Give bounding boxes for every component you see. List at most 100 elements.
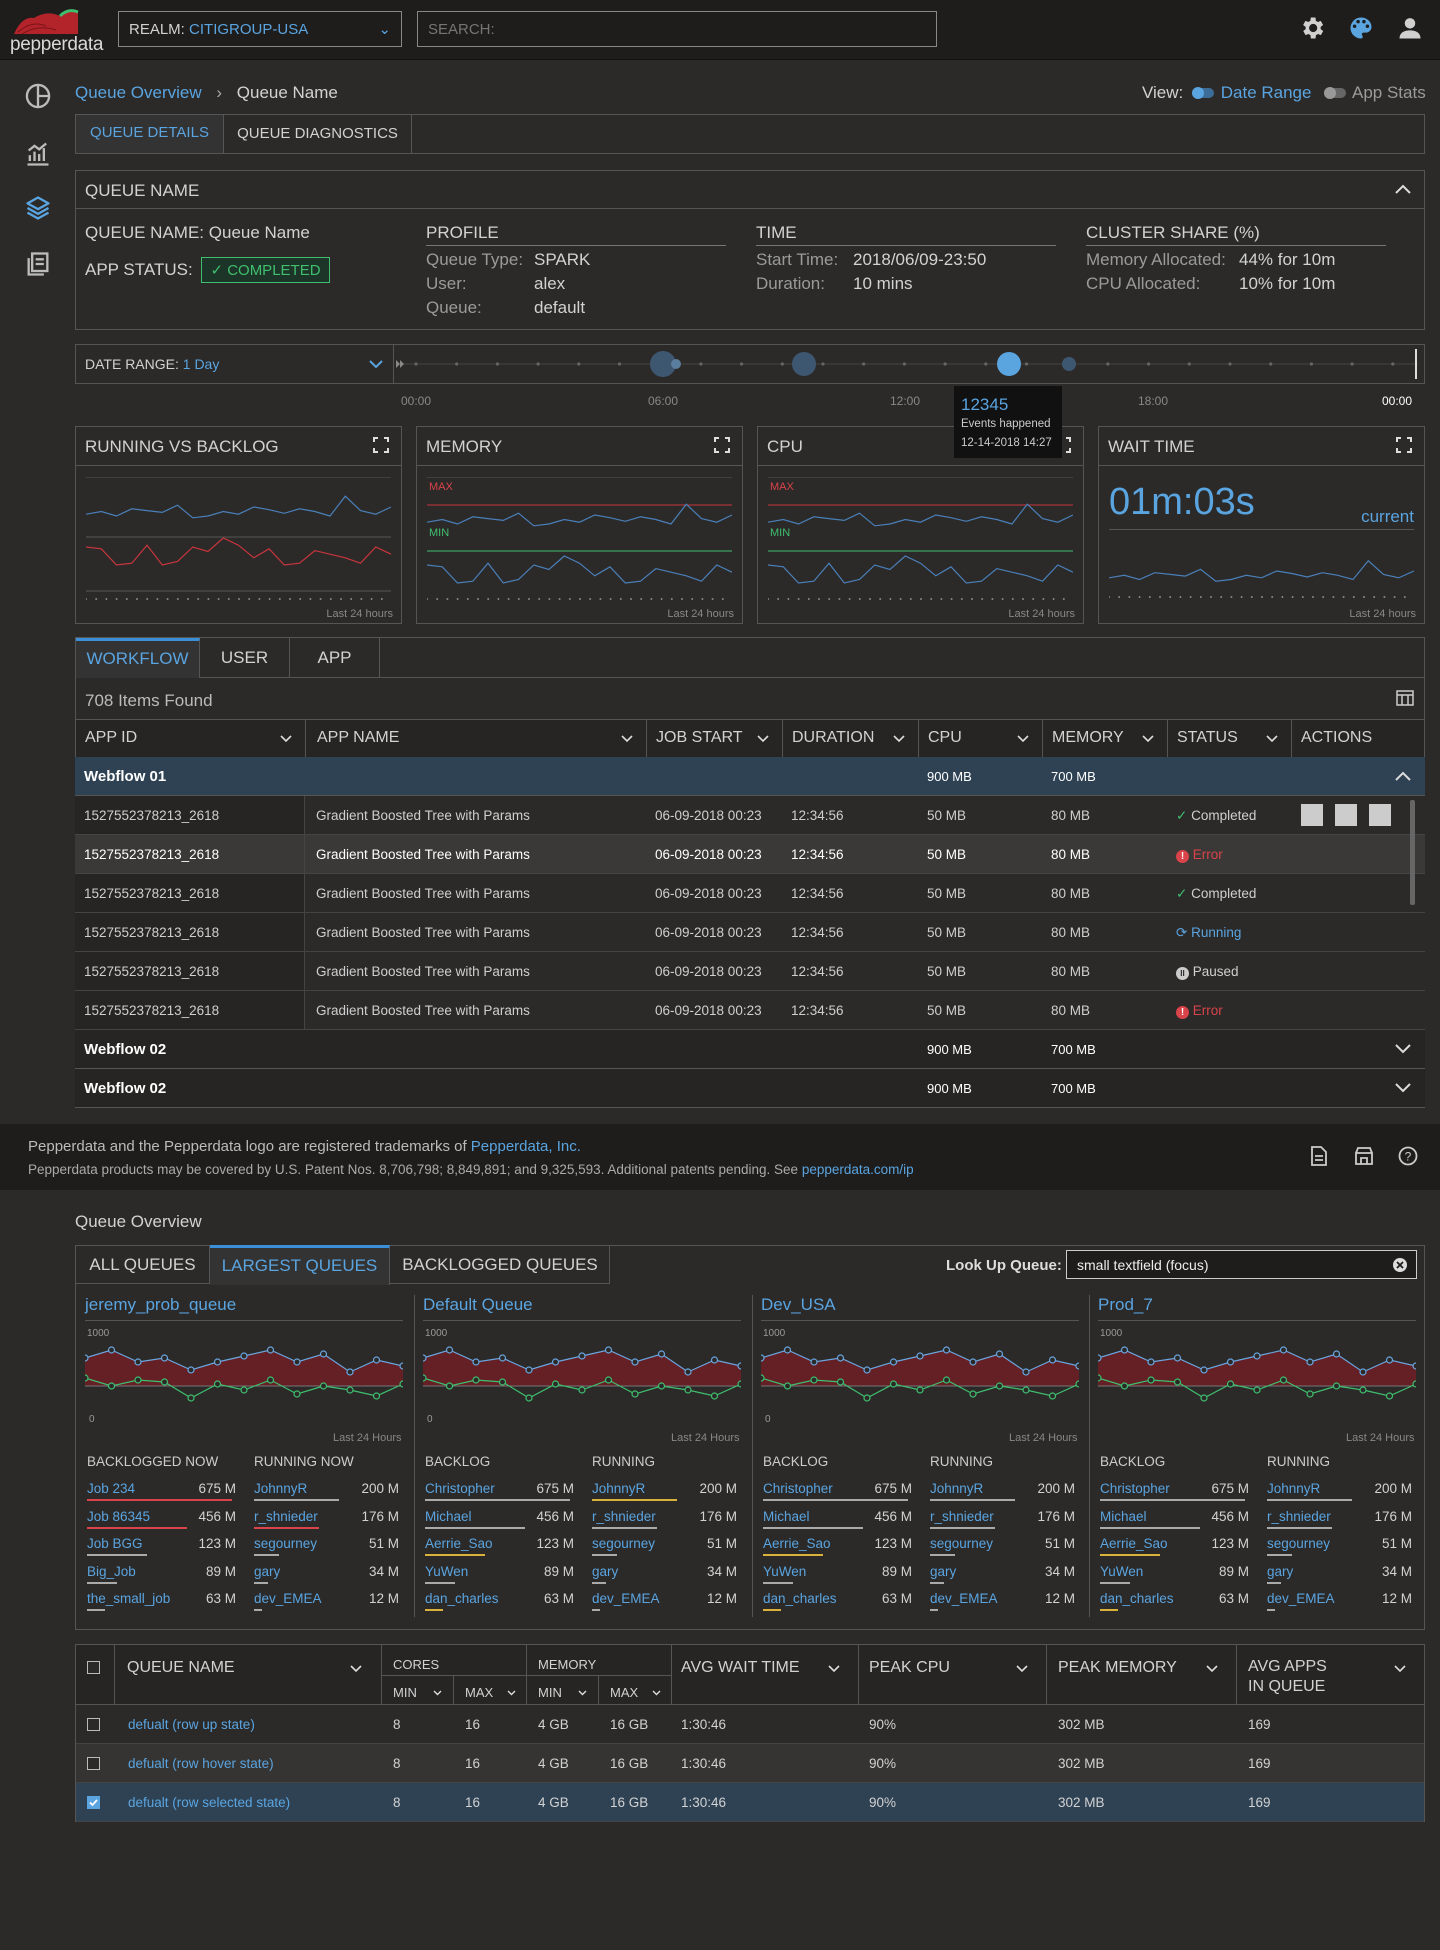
breadcrumb-queue-overview[interactable]: Queue Overview [75, 83, 202, 102]
select-all-checkbox[interactable] [87, 1661, 100, 1674]
tab-largest-queues[interactable]: LARGEST QUEUES [210, 1245, 390, 1285]
chevron-down-icon[interactable] [1394, 1665, 1406, 1673]
running-item-link[interactable]: segourney [592, 1536, 655, 1551]
bar-chart-icon[interactable] [24, 140, 52, 168]
backlog-item-link[interactable]: Job 86345 [87, 1509, 150, 1524]
col-peak-memory[interactable]: PEAK MEMORY [1058, 1659, 1177, 1677]
running-item-link[interactable]: dev_EMEA [254, 1591, 322, 1606]
backlog-item-link[interactable]: Aerrie_Sao [425, 1536, 493, 1551]
app-stats-toggle[interactable] [1324, 87, 1347, 99]
backlog-item-link[interactable]: dan_charles [763, 1591, 837, 1606]
chevron-down-icon[interactable] [433, 1690, 442, 1696]
chevron-down-icon[interactable] [280, 735, 292, 743]
chevron-down-icon[interactable] [893, 735, 905, 743]
backlog-item-link[interactable]: Aerrie_Sao [763, 1536, 831, 1551]
col-peak-cpu[interactable]: PEAK CPU [869, 1659, 950, 1677]
col-avg-wait-time[interactable]: AVG WAIT TIME [681, 1659, 800, 1677]
date-range-option[interactable]: Date Range [1221, 83, 1312, 102]
running-item-link[interactable]: gary [592, 1564, 618, 1579]
action-button[interactable] [1335, 804, 1357, 826]
chevron-down-icon[interactable] [1395, 1043, 1411, 1055]
chevron-up-icon[interactable] [1394, 181, 1412, 199]
expand-icon[interactable] [373, 437, 389, 453]
queue-name-link[interactable]: Dev_USA [761, 1295, 836, 1315]
queue-table-row[interactable]: defualt (row hover state) 8 16 4 GB 16 G… [76, 1744, 1424, 1783]
tab-backlogged-queues[interactable]: BACKLOGGED QUEUES [390, 1246, 610, 1284]
queue-name-link[interactable]: Default Queue [423, 1295, 533, 1315]
backlog-item-link[interactable]: Job 234 [87, 1481, 135, 1496]
col-cores-max[interactable]: MAX [465, 1685, 493, 1700]
scrollbar[interactable] [1410, 800, 1415, 905]
chevron-down-icon[interactable] [652, 1690, 661, 1696]
user-icon[interactable] [1396, 14, 1424, 42]
app-name[interactable]: Gradient Boosted Tree with Params [316, 964, 530, 979]
col-status[interactable]: STATUS [1177, 729, 1238, 747]
running-item-link[interactable]: JohnnyR [592, 1481, 645, 1496]
lookup-queue-input[interactable]: small textfield (focus) [1066, 1250, 1417, 1279]
pepperdata-logo[interactable]: pepperdata [10, 6, 110, 55]
realm-select[interactable]: REALM: CITIGROUP-USA ⌄ [118, 11, 402, 47]
timeline[interactable] [394, 345, 1424, 383]
table-row[interactable]: 1527552378213_2618 Gradient Boosted Tree… [75, 835, 1425, 874]
table-row[interactable]: 1527552378213_2618 Gradient Boosted Tree… [75, 991, 1425, 1030]
table-row[interactable]: 1527552378213_2618 Gradient Boosted Tree… [75, 874, 1425, 913]
search-input[interactable] [417, 11, 937, 47]
col-memory-min[interactable]: MIN [538, 1685, 562, 1700]
patents-link[interactable]: pepperdata.com/ip [802, 1162, 914, 1177]
pie-chart-icon[interactable] [24, 82, 52, 110]
workflow-group-row[interactable]: Webflow 02 900 MB 700 MB [75, 1030, 1425, 1069]
table-row[interactable]: 1527552378213_2618 Gradient Boosted Tree… [75, 952, 1425, 991]
running-item-link[interactable]: dev_EMEA [592, 1591, 660, 1606]
tab-queue-diagnostics[interactable]: QUEUE DIAGNOSTICS [224, 115, 412, 153]
col-job-start[interactable]: JOB START [656, 729, 743, 747]
col-app-id[interactable]: APP ID [85, 729, 137, 747]
help-icon[interactable]: ? [1398, 1146, 1418, 1166]
chevron-down-icon[interactable] [1395, 1082, 1411, 1094]
row-checkbox[interactable] [87, 1796, 100, 1809]
chevron-up-icon[interactable] [1395, 770, 1411, 782]
queue-table-row[interactable]: defualt (row up state) 8 16 4 GB 16 GB 1… [76, 1705, 1424, 1744]
col-memory[interactable]: MEMORY [1052, 729, 1124, 747]
running-item-link[interactable]: gary [1267, 1564, 1293, 1579]
running-item-link[interactable]: dev_EMEA [1267, 1591, 1335, 1606]
running-item-link[interactable]: gary [254, 1564, 280, 1579]
backlog-item-link[interactable]: Big_Job [87, 1564, 136, 1579]
running-item-link[interactable]: JohnnyR [930, 1481, 983, 1496]
running-item-link[interactable]: r_shnieder [592, 1509, 656, 1524]
app-name[interactable]: Gradient Boosted Tree with Params [316, 1003, 530, 1018]
chevron-down-icon[interactable] [578, 1690, 587, 1696]
running-item-link[interactable]: segourney [1267, 1536, 1330, 1551]
backlog-item-link[interactable]: dan_charles [1100, 1591, 1174, 1606]
chevron-down-icon[interactable] [757, 735, 769, 743]
document-icon[interactable] [1310, 1146, 1328, 1166]
gear-icon[interactable] [1298, 14, 1326, 42]
col-queue-name[interactable]: QUEUE NAME [127, 1659, 235, 1677]
backlog-item-link[interactable]: dan_charles [425, 1591, 499, 1606]
tab-all-queues[interactable]: ALL QUEUES [76, 1246, 210, 1284]
expand-icon[interactable] [714, 437, 730, 453]
running-item-link[interactable]: segourney [930, 1536, 993, 1551]
col-actions[interactable]: ACTIONS [1301, 729, 1372, 747]
backlog-item-link[interactable]: the_small_job [87, 1591, 170, 1606]
table-row[interactable]: 1527552378213_2618 Gradient Boosted Tree… [75, 913, 1425, 952]
chevron-down-icon[interactable] [1017, 735, 1029, 743]
row-checkbox[interactable] [87, 1757, 100, 1770]
running-item-link[interactable]: segourney [254, 1536, 317, 1551]
tab-workflow[interactable]: WORKFLOW [76, 638, 200, 678]
app-name[interactable]: Gradient Boosted Tree with Params [316, 808, 530, 823]
date-range-toggle[interactable] [1192, 87, 1214, 99]
clear-icon[interactable] [1392, 1257, 1408, 1273]
app-name[interactable]: Gradient Boosted Tree with Params [316, 925, 530, 940]
date-range-select[interactable]: DATE RANGE: 1 Day [76, 345, 394, 383]
chevron-down-icon[interactable] [1206, 1665, 1218, 1673]
chevron-down-icon[interactable] [621, 735, 633, 743]
queue-row-name[interactable]: defualt (row hover state) [128, 1756, 274, 1771]
app-name[interactable]: Gradient Boosted Tree with Params [316, 847, 530, 862]
pepperdata-link[interactable]: Pepperdata, Inc. [471, 1138, 581, 1155]
tab-app[interactable]: APP [290, 638, 380, 678]
expand-icon[interactable] [1396, 437, 1412, 453]
backlog-item-link[interactable]: YuWen [1100, 1564, 1143, 1579]
backlog-item-link[interactable]: Michael [425, 1509, 472, 1524]
queue-row-name[interactable]: defualt (row up state) [128, 1717, 255, 1732]
chevron-down-icon[interactable] [1142, 735, 1154, 743]
